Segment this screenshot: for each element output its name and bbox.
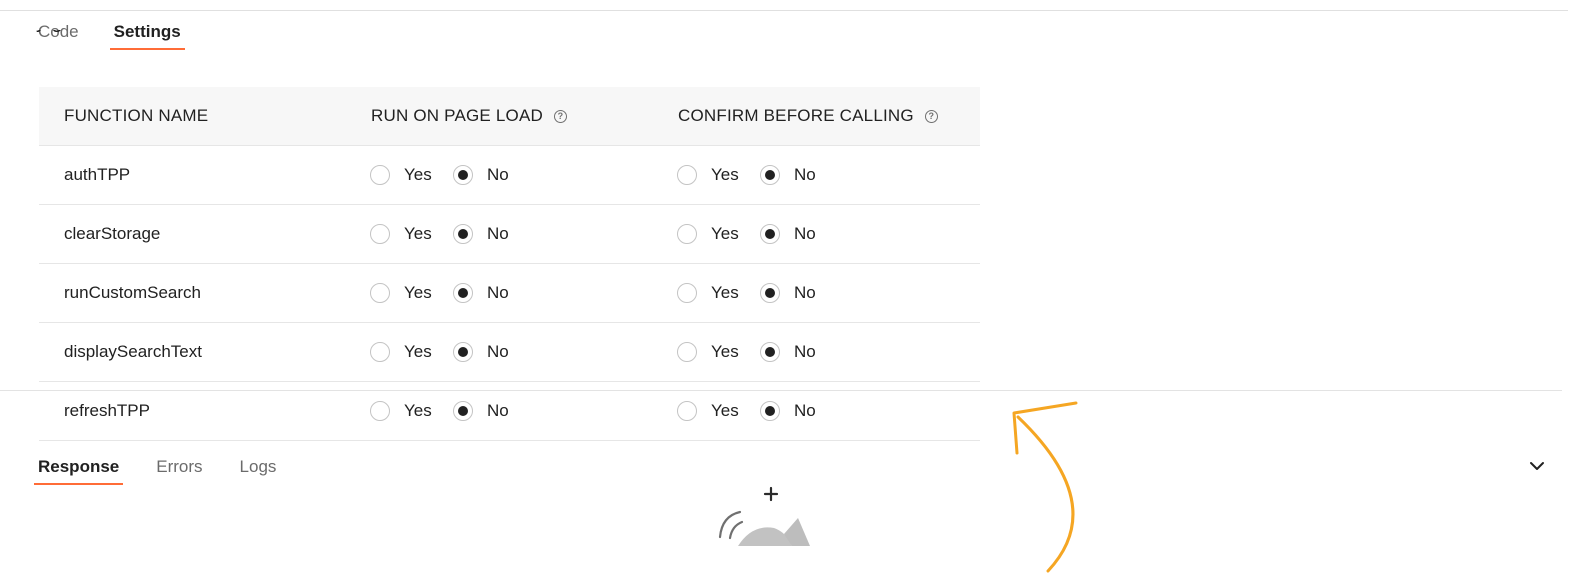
header-function-name: FUNCTION NAME xyxy=(64,106,208,126)
radio-label: No xyxy=(487,283,509,302)
header-confirm-before-calling: CONFIRM BEFORE CALLING ? xyxy=(678,106,938,126)
run-on-page-load-option-no[interactable]: No xyxy=(453,224,509,244)
run-on-page-load-option-yes[interactable]: Yes xyxy=(370,165,453,185)
curved-arrow-annotation xyxy=(1012,401,1078,573)
radio-button[interactable] xyxy=(677,283,697,303)
function-name-cell: authTPP xyxy=(64,165,131,184)
radio-label: No xyxy=(794,283,816,302)
help-icon[interactable]: ? xyxy=(924,109,938,123)
radio-button[interactable] xyxy=(760,283,780,303)
run-on-page-load-option-yes[interactable]: Yes xyxy=(370,283,453,303)
clipped-section-heading: y g xyxy=(36,30,316,60)
radio-button[interactable] xyxy=(677,224,697,244)
confirm-before-calling-option-no[interactable]: No xyxy=(760,342,816,362)
satellite-dish-illustration xyxy=(718,486,810,546)
radio-label: No xyxy=(794,401,816,420)
help-icon[interactable]: ? xyxy=(553,109,567,123)
radio-button[interactable] xyxy=(453,342,473,362)
tab-response[interactable]: Response xyxy=(34,457,124,485)
radio-button[interactable] xyxy=(453,224,473,244)
radio-button[interactable] xyxy=(370,224,390,244)
confirm-before-calling-radio-group: Yes No xyxy=(677,323,816,381)
radio-label: Yes xyxy=(404,224,432,243)
confirm-before-calling-option-yes[interactable]: Yes xyxy=(677,401,760,421)
radio-button[interactable] xyxy=(370,342,390,362)
header-run-on-page-load: RUN ON PAGE LOAD ? xyxy=(371,106,567,126)
radio-button[interactable] xyxy=(760,224,780,244)
radio-label: Yes xyxy=(711,342,739,361)
radio-label: No xyxy=(487,165,509,184)
confirm-before-calling-option-yes[interactable]: Yes xyxy=(677,224,760,244)
tab-logs[interactable]: Logs xyxy=(236,457,281,477)
confirm-before-calling-option-yes[interactable]: Yes xyxy=(677,283,760,303)
confirm-before-calling-radio-group: Yes No xyxy=(677,205,816,263)
radio-label: Yes xyxy=(711,401,739,420)
table-row: displaySearchText Yes No Yes No xyxy=(39,323,980,382)
radio-label: Yes xyxy=(404,401,432,420)
function-name-cell: clearStorage xyxy=(64,224,161,243)
run-on-page-load-option-no[interactable]: No xyxy=(453,401,509,421)
radio-label: Yes xyxy=(404,165,432,184)
run-on-page-load-option-no[interactable]: No xyxy=(453,283,509,303)
radio-button[interactable] xyxy=(760,165,780,185)
run-on-page-load-option-no[interactable]: No xyxy=(453,342,509,362)
header-function-name-label: FUNCTION NAME xyxy=(64,106,209,125)
tab-errors[interactable]: Errors xyxy=(152,457,206,477)
confirm-before-calling-option-no[interactable]: No xyxy=(760,401,816,421)
run-on-page-load-option-yes[interactable]: Yes xyxy=(370,342,453,362)
function-name-cell: runCustomSearch xyxy=(64,283,202,302)
radio-button[interactable] xyxy=(453,283,473,303)
confirm-before-calling-radio-group: Yes No xyxy=(677,146,816,204)
radio-button[interactable] xyxy=(677,342,697,362)
run-on-page-load-radio-group: Yes No xyxy=(370,205,509,263)
table-row: authTPP Yes No Yes No xyxy=(39,146,980,205)
confirm-before-calling-option-no[interactable]: No xyxy=(760,165,816,185)
radio-button[interactable] xyxy=(760,401,780,421)
radio-button[interactable] xyxy=(370,283,390,303)
response-tabs: Response Errors Logs xyxy=(34,457,309,485)
radio-label: No xyxy=(487,401,509,420)
radio-label: Yes xyxy=(711,224,739,243)
radio-button[interactable] xyxy=(760,342,780,362)
radio-button[interactable] xyxy=(453,401,473,421)
run-on-page-load-radio-group: Yes No xyxy=(370,264,509,322)
radio-label: No xyxy=(794,165,816,184)
run-on-page-load-option-yes[interactable]: Yes xyxy=(370,401,453,421)
radio-button[interactable] xyxy=(677,165,697,185)
confirm-before-calling-option-no[interactable]: No xyxy=(760,283,816,303)
functions-settings-table: FUNCTION NAME RUN ON PAGE LOAD ? CONFIRM… xyxy=(39,87,980,441)
radio-label: Yes xyxy=(404,342,432,361)
header-confirm-before-calling-label: CONFIRM BEFORE CALLING xyxy=(678,106,914,125)
confirm-before-calling-option-no[interactable]: No xyxy=(760,224,816,244)
radio-label: No xyxy=(487,342,509,361)
run-on-page-load-option-no[interactable]: No xyxy=(453,165,509,185)
function-name-cell: displaySearchText xyxy=(64,342,202,361)
run-on-page-load-option-yes[interactable]: Yes xyxy=(370,224,453,244)
table-body: authTPP Yes No Yes No clearStorage Yes No Yes No r… xyxy=(39,146,980,441)
table-header: FUNCTION NAME RUN ON PAGE LOAD ? CONFIRM… xyxy=(39,87,980,146)
run-on-page-load-radio-group: Yes No xyxy=(370,146,509,204)
radio-button[interactable] xyxy=(453,165,473,185)
radio-button[interactable] xyxy=(677,401,697,421)
pane-resize-divider[interactable] xyxy=(0,390,1562,391)
radio-button[interactable] xyxy=(370,401,390,421)
radio-label: No xyxy=(487,224,509,243)
radio-label: Yes xyxy=(404,283,432,302)
chevron-down-icon[interactable] xyxy=(1527,458,1547,474)
radio-label: Yes xyxy=(711,283,739,302)
radio-label: Yes xyxy=(711,165,739,184)
confirm-before-calling-radio-group: Yes No xyxy=(677,264,816,322)
table-row: runCustomSearch Yes No Yes No xyxy=(39,264,980,323)
run-on-page-load-radio-group: Yes No xyxy=(370,323,509,381)
radio-label: No xyxy=(794,224,816,243)
table-row: clearStorage Yes No Yes No xyxy=(39,205,980,264)
confirm-before-calling-option-yes[interactable]: Yes xyxy=(677,342,760,362)
radio-label: No xyxy=(794,342,816,361)
radio-button[interactable] xyxy=(370,165,390,185)
top-border xyxy=(0,10,1568,11)
header-run-on-page-load-label: RUN ON PAGE LOAD xyxy=(371,106,543,125)
confirm-before-calling-option-yes[interactable]: Yes xyxy=(677,165,760,185)
